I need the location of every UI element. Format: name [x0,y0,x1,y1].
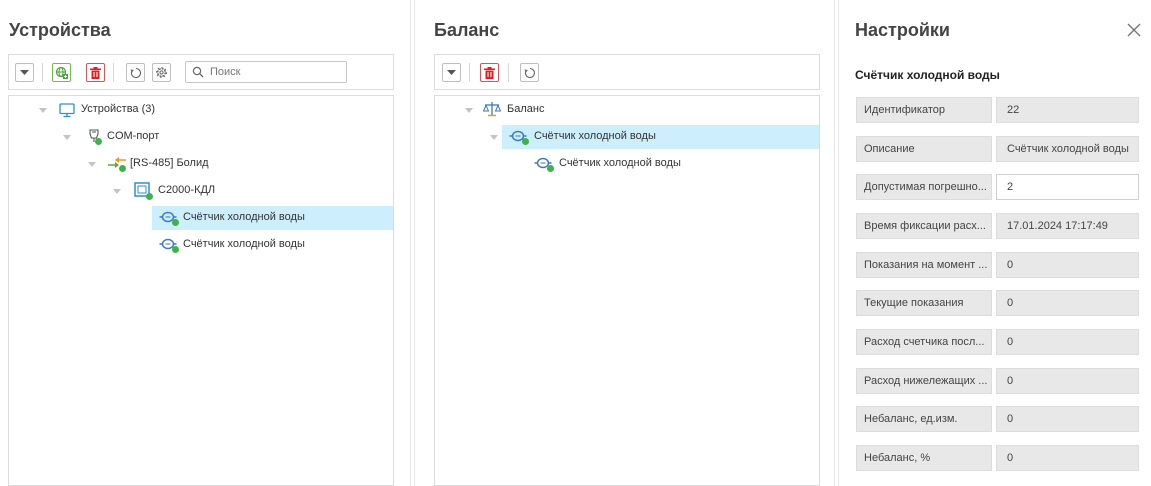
settings-subtitle: Счётчик холодной воды [855,68,1000,82]
tree-node-label: Счётчик холодной воды [183,238,305,250]
tree-node-water-meter-selected[interactable]: Счётчик холодной воды [490,125,819,149]
expand-arrow-icon[interactable] [113,189,121,194]
tree-node-label: Баланс [507,103,545,115]
prop-value-current-readings: 0 [996,290,1139,316]
online-status-dot [172,219,179,226]
prop-label-readings-at-moment: Показания на момент ... [856,252,992,278]
online-status-dot [119,165,126,172]
close-icon[interactable] [1126,22,1142,38]
tree-node-label: Счётчик холодной воды [559,157,681,169]
delete-icon [90,66,101,79]
expand-arrow-icon[interactable] [88,162,96,167]
tree-node-label: Счётчик холодной воды [183,211,305,223]
tree-node-rs485[interactable]: [RS-485] Болид [9,152,393,176]
tree-node-label: [RS-485] Болид [130,157,209,169]
expand-arrow-icon[interactable] [63,135,71,140]
balance-toolbar [434,54,820,90]
tree-node-label: Устройства (3) [81,103,156,115]
monitor-icon [59,103,75,118]
prop-value-child-consumption: 0 [996,368,1139,394]
online-status-dot [95,138,102,145]
online-status-dot [146,193,153,200]
search-box[interactable] [185,61,347,83]
settings-title: Настройки [855,20,950,40]
tree-node-controller[interactable]: С2000-КДЛ [9,179,393,203]
collapse-button[interactable] [442,63,461,82]
prop-value-description: Счётчик холодной воды [996,136,1139,162]
prop-label-current-readings: Текущие показания [856,290,992,316]
panel-divider [414,0,415,486]
collapse-icon [447,70,456,75]
collapse-button[interactable] [15,63,34,82]
devices-tree: Устройства (3) COM-порт [RS-485] Болид С… [8,95,394,486]
refresh-button[interactable] [126,63,145,82]
expand-arrow-icon[interactable] [490,135,498,140]
balance-tree: Баланс Счётчик холодной воды Счётчик хол… [434,95,820,486]
prop-label-fix-time: Время фиксации расх... [856,213,992,239]
tree-node-water-meter[interactable]: Счётчик холодной воды [152,233,393,257]
settings-icon [156,67,167,78]
settings-button[interactable] [152,63,171,82]
balance-title: Баланс [434,20,500,40]
prop-label-imbalance-units: Небаланс, ед.изм. [856,406,992,432]
delete-button[interactable] [480,63,499,82]
refresh-icon [524,67,535,78]
online-status-dot [547,165,554,172]
prop-value-imbalance-units: 0 [996,406,1139,432]
prop-label-imbalance-percent: Небаланс, % [856,445,992,471]
prop-label-child-consumption: Расход нижележащих ... [856,368,992,394]
toolbar-separator [113,63,114,82]
prop-value-id: 22 [996,97,1139,123]
scales-icon [483,102,501,117]
refresh-button[interactable] [520,63,539,82]
prop-value-fix-time: 17.01.2024 17:17:49 [996,213,1139,239]
collapse-icon [20,70,29,75]
devices-toolbar [8,54,394,90]
toolbar-separator [42,63,43,82]
toolbar-separator [508,63,509,82]
toolbar-separator [469,63,470,82]
add-network-icon [55,66,68,79]
online-status-dot [172,246,179,253]
delete-icon [484,66,495,79]
panel-divider[interactable] [410,0,411,486]
tree-node-label: Счётчик холодной воды [534,130,656,142]
panel-divider[interactable] [834,0,835,486]
prop-value-readings-at-moment: 0 [996,252,1139,278]
tree-node-devices-root[interactable]: Устройства (3) [9,98,393,122]
refresh-icon [130,67,141,78]
add-network-button[interactable] [52,63,71,82]
tree-node-balance-root[interactable]: Баланс [435,98,819,122]
search-icon [192,66,204,78]
expand-arrow-icon[interactable] [465,108,473,113]
prop-value-meter-consumption: 0 [996,329,1139,355]
prop-label-tolerance: Допустимая погрешно... [856,174,992,200]
search-input[interactable] [210,63,340,81]
prop-label-meter-consumption: Расход счетчика посл... [856,329,992,355]
tree-node-label: С2000-КДЛ [158,184,216,196]
devices-title: Устройства [9,20,111,40]
prop-value-tolerance-field[interactable]: 2 [996,174,1139,200]
online-status-dot [522,138,529,145]
tree-node-com-port[interactable]: COM-порт [9,125,393,149]
prop-label-id: Идентификатор [856,97,992,123]
panel-divider [838,0,839,486]
expand-arrow-icon[interactable] [39,108,47,113]
prop-value-imbalance-percent: 0 [996,445,1139,471]
tree-node-label: COM-порт [107,130,160,142]
tree-node-water-meter[interactable]: Счётчик холодной воды [527,152,819,176]
prop-label-description: Описание [856,136,992,162]
tree-node-water-meter-selected[interactable]: Счётчик холодной воды [152,206,393,230]
delete-button[interactable] [86,63,105,82]
